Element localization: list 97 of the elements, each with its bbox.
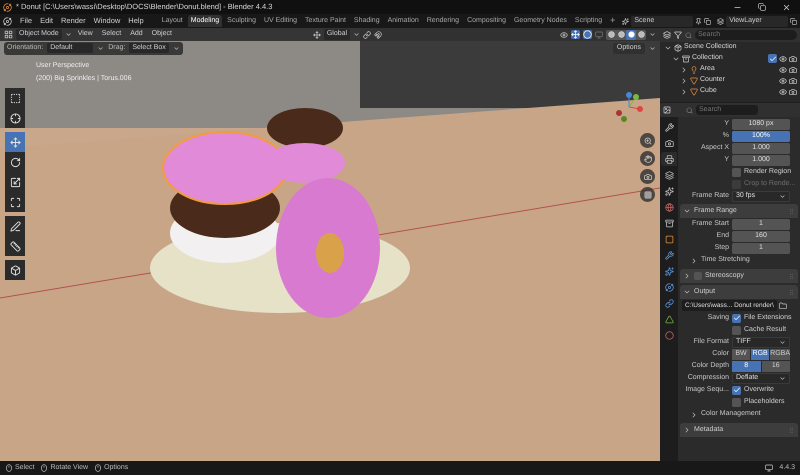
tool-button[interactable]: [5, 216, 25, 236]
mouse-icon: [5, 464, 13, 472]
pen-icon: [10, 220, 20, 232]
camera-icon[interactable]: [789, 54, 797, 62]
chevron-down-icon[interactable]: [683, 207, 691, 215]
blender-menu-icon[interactable]: [3, 16, 12, 26]
eye-icon[interactable]: [779, 76, 787, 84]
display-icon: [765, 464, 774, 472]
shading-button[interactable]: [606, 30, 616, 40]
axes-icon: [312, 30, 321, 38]
zoom-icon: [644, 136, 652, 144]
shading-button[interactable]: [616, 30, 626, 40]
shading-button[interactable]: [636, 30, 646, 40]
object-icon: [664, 234, 674, 244]
tool-button[interactable]: [5, 192, 25, 212]
move-icon: [10, 136, 20, 148]
checkbox[interactable]: [732, 386, 741, 394]
scene-collection-icon: [674, 44, 682, 52]
shading-button[interactable]: [626, 30, 636, 40]
scene-icon[interactable]: [622, 18, 630, 24]
layers-icon: [664, 170, 674, 180]
wrench-icon: [664, 122, 674, 132]
tool-button[interactable]: [5, 108, 25, 128]
gizmo-toggle-icon[interactable]: [571, 30, 580, 39]
tool-button[interactable]: [5, 152, 25, 172]
caret-icon: [779, 338, 786, 346]
triangle-icon: [664, 314, 674, 324]
eye-icon[interactable]: [779, 66, 787, 74]
select-box-icon: [10, 92, 20, 104]
wrench-icon: [664, 250, 674, 260]
transform-icon: [10, 196, 20, 208]
orbit-icon: [664, 282, 674, 292]
magnet-icon[interactable]: [374, 30, 382, 38]
xray-icon[interactable]: [595, 30, 604, 38]
scene-icon: [664, 186, 674, 196]
editor-type-icon[interactable]: [4, 30, 13, 39]
collection-icon: [682, 54, 690, 62]
checkbox[interactable]: [732, 398, 741, 406]
grid-icon: [644, 190, 652, 198]
caret-icon: [779, 192, 786, 200]
mouse-icon: [94, 464, 102, 472]
ruler-icon: [10, 240, 20, 252]
close-icon[interactable]: [782, 2, 791, 12]
filter-icon[interactable]: [674, 31, 682, 39]
pivot-icon[interactable]: [363, 30, 372, 38]
caret-icon: [779, 374, 786, 382]
layers-icon[interactable]: [717, 18, 724, 24]
camera-icon: [664, 138, 674, 148]
folder-icon[interactable]: [778, 302, 787, 310]
particles-icon: [664, 266, 674, 276]
caret-icon: [64, 31, 72, 38]
caret-icon: [97, 44, 104, 52]
crosshair-icon: [10, 112, 20, 124]
link-icon: [664, 298, 674, 308]
editor-type-icon[interactable]: [663, 106, 671, 114]
visibility-icon[interactable]: [560, 30, 568, 38]
chevron-down-icon[interactable]: [683, 288, 691, 296]
display-mode-icon[interactable]: [663, 31, 671, 39]
eye-icon[interactable]: [779, 88, 787, 96]
search-icon: [685, 32, 692, 38]
checkbox[interactable]: [732, 168, 741, 176]
check-icon: [732, 386, 740, 394]
scale-icon: [10, 176, 20, 188]
globe-icon: [664, 202, 674, 212]
rotate-icon: [10, 156, 20, 168]
camera-icon[interactable]: [789, 66, 797, 74]
pin-icon[interactable]: [695, 18, 702, 24]
duplicate-icon[interactable]: [790, 18, 798, 24]
light-icon: [690, 66, 698, 74]
caret-icon: [172, 44, 180, 52]
camera-icon: [644, 172, 652, 180]
sphere-icon: [664, 330, 674, 340]
camera-icon[interactable]: [789, 88, 797, 96]
checkbox[interactable]: [732, 314, 741, 322]
printer-icon: [664, 154, 674, 164]
restore-icon[interactable]: [758, 3, 766, 11]
check-icon: [732, 314, 740, 322]
tool-button[interactable]: [5, 88, 25, 108]
hand-icon: [644, 154, 652, 162]
camera-icon[interactable]: [789, 76, 797, 84]
properties-tab[interactable]: [661, 152, 677, 166]
tool-button[interactable]: [5, 236, 25, 256]
eye-icon[interactable]: [779, 54, 787, 62]
tool-button[interactable]: [5, 260, 25, 280]
collection-icon: [664, 218, 674, 228]
mouse-icon: [40, 464, 48, 472]
search-icon: [686, 106, 693, 114]
overlay-toggle-icon[interactable]: [583, 30, 592, 39]
add-workspace-button[interactable]: +: [607, 14, 618, 28]
add-cube-icon: [10, 264, 20, 276]
check-icon: [768, 54, 776, 62]
duplicate-icon[interactable]: [704, 18, 712, 24]
blender-logo-icon: [3, 2, 12, 12]
caret-icon: [353, 31, 360, 38]
checkbox[interactable]: [768, 54, 777, 63]
navigation-gizmo-drawing[interactable]: [614, 91, 644, 123]
checkbox[interactable]: [732, 326, 741, 334]
